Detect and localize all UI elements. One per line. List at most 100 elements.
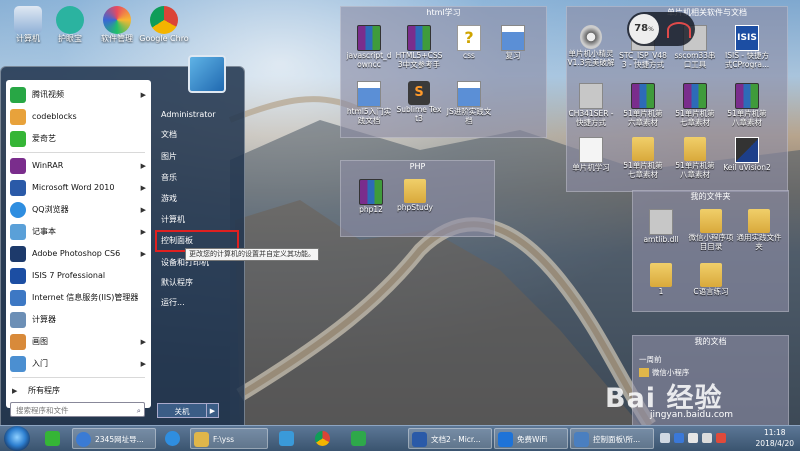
fence-html: html学习 javascript_d owncc HTML5+CSS 3中文参… xyxy=(340,6,547,138)
start-search-input[interactable]: 搜索程序和文件 ⌕ xyxy=(10,402,145,417)
submenu-arrow-icon: ▶ xyxy=(140,184,146,192)
file-item[interactable]: JS进阶实践文 档 xyxy=(445,81,493,125)
file-item[interactable]: 51单片机第 七章素材 xyxy=(671,83,719,127)
chrome-icon xyxy=(150,6,178,34)
program-item[interactable]: Microsoft Word 2010 ▶ xyxy=(6,177,151,199)
start-button[interactable] xyxy=(4,426,30,451)
codeblocks-icon xyxy=(10,109,26,125)
right-item-music[interactable]: 音乐 xyxy=(161,172,177,184)
eye-protect-icon xyxy=(56,6,84,34)
file-item[interactable]: amtlib.dll xyxy=(637,209,685,253)
tray-antivirus-icon[interactable] xyxy=(716,433,726,443)
network-speed-widget[interactable]: 78% xyxy=(627,12,695,46)
submenu-arrow-icon: ▶ xyxy=(140,228,146,236)
program-item[interactable]: ISIS 7 Professional xyxy=(6,265,151,287)
program-item[interactable]: codeblocks xyxy=(6,106,151,128)
program-item[interactable]: 腾讯视频 ▶ xyxy=(6,84,151,106)
volume-icon[interactable] xyxy=(702,433,712,443)
word-icon xyxy=(10,180,26,196)
play-icon xyxy=(351,431,366,446)
taskbar-item-explorer[interactable]: F:\yss xyxy=(190,428,268,449)
right-item-documents[interactable]: 文档 xyxy=(161,129,177,141)
system-clock[interactable]: 11:18 2018/4/20 xyxy=(756,427,794,449)
menu-separator xyxy=(12,377,145,378)
expand-arrow-icon: ▶ xyxy=(12,387,18,395)
program-item[interactable]: 画图 ▶ xyxy=(6,331,151,353)
all-programs-item[interactable]: ▶ 所有程序 xyxy=(6,380,151,402)
winrar-archive-icon xyxy=(631,83,655,109)
taskbar-item-2345-browser[interactable]: 2345网址导... xyxy=(72,428,156,449)
tray-app-icon[interactable] xyxy=(674,433,684,443)
right-item-games[interactable]: 游戏 xyxy=(161,193,177,205)
file-item[interactable]: 微信小程序项 目目录 xyxy=(687,209,735,251)
notepad-icon xyxy=(10,224,26,240)
fence-my-folder: 我的文件夹 amtlib.dll 微信小程序项 目目录 通用实践文件 夹 1 C… xyxy=(632,190,789,312)
network-icon[interactable] xyxy=(688,433,698,443)
file-item[interactable]: 51单片机第 七章素材 xyxy=(619,137,667,179)
shutdown-options-button[interactable]: ▶ xyxy=(206,403,219,418)
file-item[interactable]: phpStudy xyxy=(391,179,439,221)
program-item[interactable]: 计算器 xyxy=(6,309,151,331)
taskbar-item-chrome[interactable] xyxy=(306,428,340,449)
word-icon xyxy=(412,432,427,447)
submenu-arrow-icon: ▶ xyxy=(140,91,146,99)
right-item-pictures[interactable]: 图片 xyxy=(161,151,177,163)
shutdown-button[interactable]: 关机 xyxy=(157,403,207,418)
program-item[interactable]: Internet 信息服务(IIS)管理器 xyxy=(6,287,151,309)
file-item[interactable]: 51单片机第 八章素材 xyxy=(723,83,771,127)
taskbar-item-iqiyi[interactable] xyxy=(36,428,70,449)
clock-date: 2018/4/20 xyxy=(755,439,794,448)
program-item[interactable]: 记事本 ▶ xyxy=(6,221,151,243)
photoshop-icon xyxy=(10,246,26,262)
program-item[interactable]: WinRAR ▶ xyxy=(6,155,151,177)
file-item[interactable]: php12 xyxy=(347,179,395,223)
file-item[interactable]: 51单片机第 六章素材 xyxy=(619,83,667,127)
taskbar-item-control-panel[interactable]: 控制面板\所... xyxy=(570,428,654,449)
file-item[interactable]: ISIS ISIS - 快捷方 式CProgra... xyxy=(723,25,771,69)
qq-browser-icon xyxy=(10,202,26,218)
file-item[interactable]: 单片机学习 xyxy=(567,137,615,181)
baidu-watermark: Bai 经验 jingyan.baidu.com xyxy=(605,376,800,424)
chrome-icon xyxy=(315,431,330,446)
file-item[interactable]: 单片机小精灵 V1.3完美破解 xyxy=(567,25,615,67)
control-panel-tooltip: 更改您的计算机的设置并自定义其功能。 xyxy=(185,248,319,261)
file-item[interactable]: S Sublime Tex t3 xyxy=(395,81,443,123)
taskbar-item-ie[interactable] xyxy=(158,428,188,449)
unknown-file-icon: ? xyxy=(457,25,481,51)
file-item[interactable]: 51单片机第 八章素材 xyxy=(671,137,719,179)
taskbar-item-free-wifi[interactable]: 免费WiFi xyxy=(494,428,568,449)
winrar-archive-icon xyxy=(407,25,431,51)
file-item[interactable]: C语言练习 xyxy=(687,263,735,305)
ie-icon xyxy=(165,431,180,446)
file-item[interactable]: 复习 xyxy=(489,25,537,69)
file-item[interactable]: CH341SER - 快捷方式 xyxy=(567,83,615,127)
file-item[interactable]: javascript_d owncc xyxy=(345,25,393,69)
tray-arrow-icon[interactable] xyxy=(660,433,670,443)
right-item-computer[interactable]: 计算机 xyxy=(161,214,185,226)
program-item[interactable]: 入门 ▶ xyxy=(6,353,151,375)
right-item-default-programs[interactable]: 默认程序 xyxy=(161,277,193,289)
file-item[interactable]: ? css xyxy=(445,25,493,69)
folder-icon xyxy=(684,137,706,161)
clock-time: 11:18 xyxy=(763,428,786,437)
right-item-user[interactable]: Administrator xyxy=(161,109,216,121)
submenu-arrow-icon: ▶ xyxy=(140,338,146,346)
user-picture[interactable] xyxy=(188,55,226,93)
file-item[interactable]: html5入门实 践文档 xyxy=(345,81,393,125)
menu-separator xyxy=(12,152,145,153)
folder-icon xyxy=(404,179,426,203)
program-item[interactable]: QQ浏览器 ▶ xyxy=(6,199,151,221)
right-item-run[interactable]: 运行... xyxy=(161,297,185,309)
file-item[interactable]: Keil uVision2 xyxy=(723,137,771,181)
program-item[interactable]: 爱奇艺 xyxy=(6,128,151,150)
file-item[interactable]: 1 xyxy=(637,263,685,305)
taskbar-item-player[interactable] xyxy=(342,428,376,449)
keil-icon xyxy=(735,137,759,163)
taskbar-item-word[interactable]: 文档2 - Micr... xyxy=(408,428,492,449)
iqiyi-icon xyxy=(10,131,26,147)
program-item[interactable]: Adobe Photoshop CS6 ▶ xyxy=(6,243,151,265)
taskbar-item-boat[interactable] xyxy=(270,428,304,449)
file-item[interactable]: HTML5+CSS 3中文参考手 xyxy=(395,25,443,69)
desktop-icon-chrome[interactable]: Google Chro xyxy=(136,6,192,44)
file-item[interactable]: 通用实践文件 夹 xyxy=(735,209,783,251)
